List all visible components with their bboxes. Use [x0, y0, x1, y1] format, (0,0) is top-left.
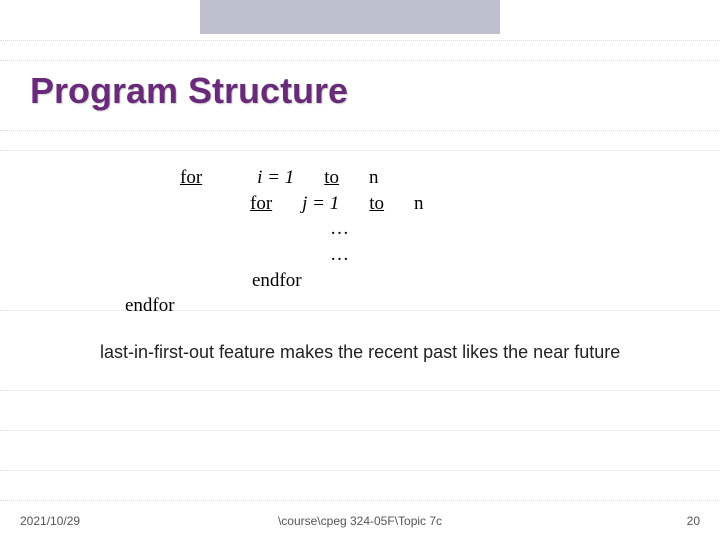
endfor-keyword: endfor	[125, 295, 175, 316]
code-line-outer-for: for i = 1 to n	[180, 165, 424, 191]
to-keyword: to	[369, 193, 384, 214]
code-line-dots: …	[180, 242, 424, 268]
n-limit: n	[414, 193, 424, 214]
body-paragraph: last-in-first-out feature makes the rece…	[100, 340, 660, 364]
endfor-keyword: endfor	[252, 270, 302, 291]
for-keyword: for	[180, 167, 202, 188]
slide-title: Program Structure	[30, 70, 348, 112]
j-assignment: j = 1	[302, 193, 339, 214]
code-line-outer-endfor: endfor	[125, 293, 369, 319]
for-keyword: for	[250, 193, 272, 214]
ellipsis: …	[330, 218, 349, 239]
code-line-inner-endfor: endfor	[180, 268, 424, 294]
footer-page-number: 20	[687, 514, 700, 528]
ellipsis: …	[330, 244, 349, 265]
code-line-inner-for: for j = 1 to n	[180, 191, 424, 217]
to-keyword: to	[324, 167, 339, 188]
footer-path: \course\cpeg 324-05F\Topic 7c	[0, 514, 720, 528]
pseudocode-block: fori = 1ton forj = 1ton … … endfor endfo…	[180, 165, 424, 319]
slide-accent-bar	[200, 0, 500, 34]
i-assignment: i = 1	[257, 167, 294, 188]
n-limit: n	[369, 167, 379, 188]
code-line-dots: …	[180, 216, 424, 242]
